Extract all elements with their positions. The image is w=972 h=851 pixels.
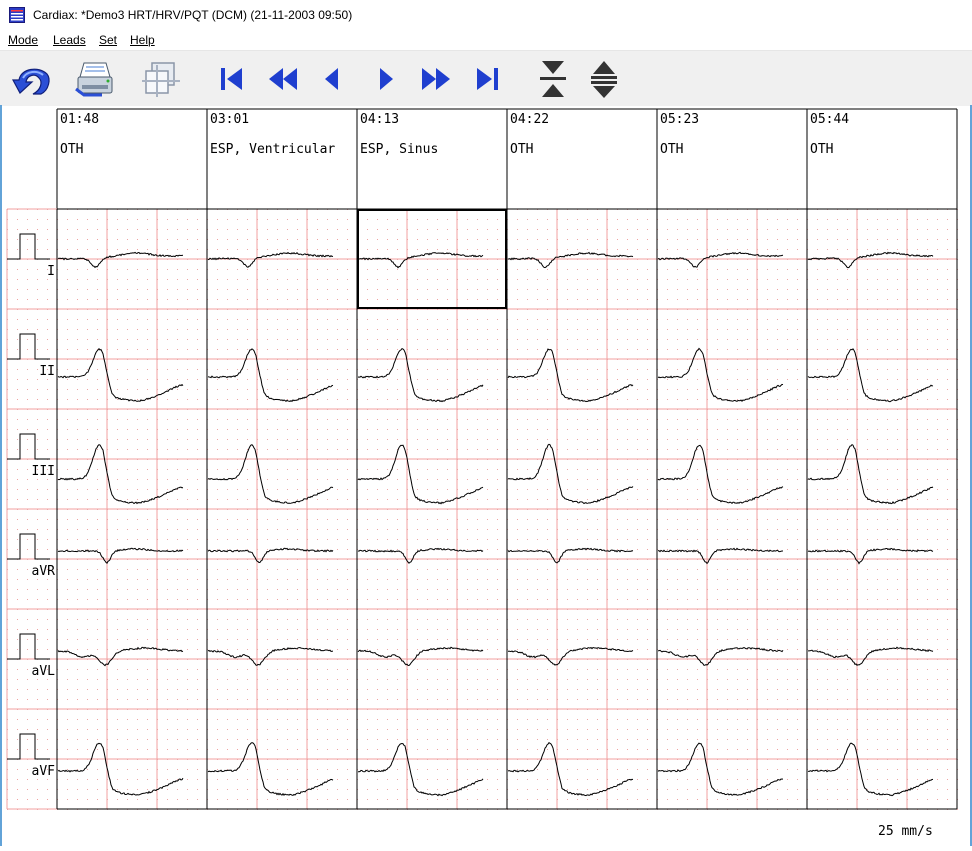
- ecg-trace-aVR-0[interactable]: [57, 547, 184, 564]
- beat-time: 05:23: [660, 112, 699, 127]
- lead-label: aVR: [32, 564, 56, 579]
- beat-label: ESP, Sinus: [360, 142, 438, 157]
- title-bar: Cardiax: *Demo3 HRT/HRV/PQT (DCM) (21-11…: [0, 0, 972, 30]
- beat-label: OTH: [810, 142, 833, 157]
- ecg-trace-I-1[interactable]: [207, 251, 334, 268]
- ecg-trace-II-5[interactable]: [807, 348, 934, 403]
- window-title: Cardiax: *Demo3 HRT/HRV/PQT (DCM) (21-11…: [33, 8, 353, 22]
- ecg-trace-II-0[interactable]: [57, 347, 184, 402]
- calibration-pulse: [7, 533, 50, 560]
- lead-label: II: [39, 364, 55, 379]
- menu-help[interactable]: Help: [130, 33, 155, 47]
- ecg-trace-I-5[interactable]: [807, 251, 934, 269]
- ecg-trace-III-4[interactable]: [657, 444, 784, 504]
- calibration-pulse: [7, 233, 50, 260]
- overlay-icon: [142, 62, 180, 97]
- beat-time: 05:44: [810, 112, 849, 127]
- window-border-left: [0, 105, 2, 846]
- ecg-trace-aVL-4[interactable]: [657, 647, 784, 666]
- paper-speed-label: 25 mm/s: [878, 824, 933, 839]
- ecg-trace-aVL-1[interactable]: [207, 647, 334, 666]
- ecg-trace-III-3[interactable]: [507, 443, 634, 505]
- ecg-trace-II-3[interactable]: [507, 348, 634, 403]
- lead-label: aVF: [32, 764, 56, 779]
- ecg-trace-III-5[interactable]: [807, 443, 934, 505]
- ecg-trace-aVR-1[interactable]: [207, 547, 334, 564]
- ecg-trace-aVF-1[interactable]: [207, 742, 334, 797]
- ecg-trace-aVR-3[interactable]: [507, 547, 634, 564]
- forward-button[interactable]: [364, 57, 408, 101]
- ecg-trace-II-1[interactable]: [207, 348, 334, 403]
- beat-label: ESP, Ventricular: [210, 142, 335, 157]
- compress-button[interactable]: [531, 57, 575, 101]
- fast-forward-button[interactable]: [414, 57, 458, 101]
- printer-icon: [75, 62, 113, 97]
- ecg-trace-aVL-0[interactable]: [57, 646, 184, 667]
- ecg-trace-aVF-5[interactable]: [807, 742, 934, 797]
- fast-back-button[interactable]: [261, 57, 305, 101]
- fast-back-icon: [269, 68, 297, 90]
- ecg-trace-I-3[interactable]: [507, 251, 634, 269]
- compress-icon: [540, 61, 566, 97]
- ecg-trace-aVR-2[interactable]: [357, 547, 484, 564]
- calibration-pulse: [7, 333, 50, 360]
- ecg-trace-aVL-3[interactable]: [507, 646, 634, 666]
- expand-button[interactable]: [582, 57, 626, 101]
- lead-label: III: [32, 464, 55, 479]
- menu-mode[interactable]: Mode: [8, 33, 38, 47]
- beat-time: 04:13: [360, 112, 399, 127]
- ecg-trace-II-4[interactable]: [657, 347, 784, 402]
- ecg-trace-aVF-3[interactable]: [507, 742, 634, 797]
- ecg-trace-I-4[interactable]: [657, 251, 784, 268]
- toolbar: [0, 50, 972, 106]
- menu-bar: Mode Leads Set Help: [0, 30, 972, 50]
- beat-label: OTH: [510, 142, 533, 157]
- ecg-trace-aVF-4[interactable]: [657, 742, 784, 796]
- expand-icon: [591, 61, 617, 98]
- ecg-trace-II-2[interactable]: [357, 347, 484, 403]
- ecg-trace-III-0[interactable]: [57, 444, 184, 505]
- ecg-trace-aVL-2[interactable]: [357, 646, 484, 667]
- beat-label: OTH: [60, 142, 83, 157]
- calibration-pulse: [7, 733, 50, 760]
- beat-time: 03:01: [210, 112, 249, 127]
- first-icon: [221, 68, 242, 90]
- ecg-grid-area: 01:48 OTH 03:01 ESP, Ventricular 04:13 ESP, S…: [0, 105, 972, 846]
- undo-button[interactable]: [10, 57, 54, 101]
- forward-icon: [380, 68, 393, 90]
- first-button[interactable]: [210, 57, 254, 101]
- lead-label: I: [47, 264, 55, 279]
- beat-label: OTH: [660, 142, 683, 157]
- undo-arrow-icon: [11, 68, 50, 95]
- ecg-trace-I-0[interactable]: [57, 251, 184, 269]
- app-icon: [9, 7, 25, 23]
- ecg-trace-aVR-5[interactable]: [807, 547, 934, 565]
- ecg-trace-III-2[interactable]: [357, 444, 484, 505]
- ecg-trace-aVR-4[interactable]: [657, 547, 783, 565]
- beat-time: 01:48: [60, 112, 99, 127]
- lead-label: aVL: [32, 664, 56, 679]
- print-button[interactable]: [72, 57, 116, 101]
- ecg-trace-aVF-0[interactable]: [57, 742, 184, 796]
- menu-set[interactable]: Set: [99, 33, 117, 47]
- ecg-trace-I-2[interactable]: [357, 252, 484, 269]
- ecg-grid: 01:48 OTH 03:01 ESP, Ventricular 04:13 ESP, S…: [6, 108, 958, 810]
- last-button[interactable]: [465, 57, 509, 101]
- back-icon: [325, 68, 338, 90]
- last-icon: [477, 68, 498, 90]
- back-button[interactable]: [310, 57, 354, 101]
- ecg-trace-aVF-2[interactable]: [358, 742, 484, 797]
- fast-forward-icon: [422, 68, 450, 90]
- menu-leads[interactable]: Leads: [53, 33, 86, 47]
- ecg-trace-aVL-5[interactable]: [808, 646, 934, 666]
- overlay-button[interactable]: [140, 57, 184, 101]
- calibration-pulse: [7, 633, 50, 660]
- beat-time: 04:22: [510, 112, 549, 127]
- calibration-pulse: [7, 433, 50, 460]
- ecg-trace-III-1[interactable]: [207, 444, 334, 504]
